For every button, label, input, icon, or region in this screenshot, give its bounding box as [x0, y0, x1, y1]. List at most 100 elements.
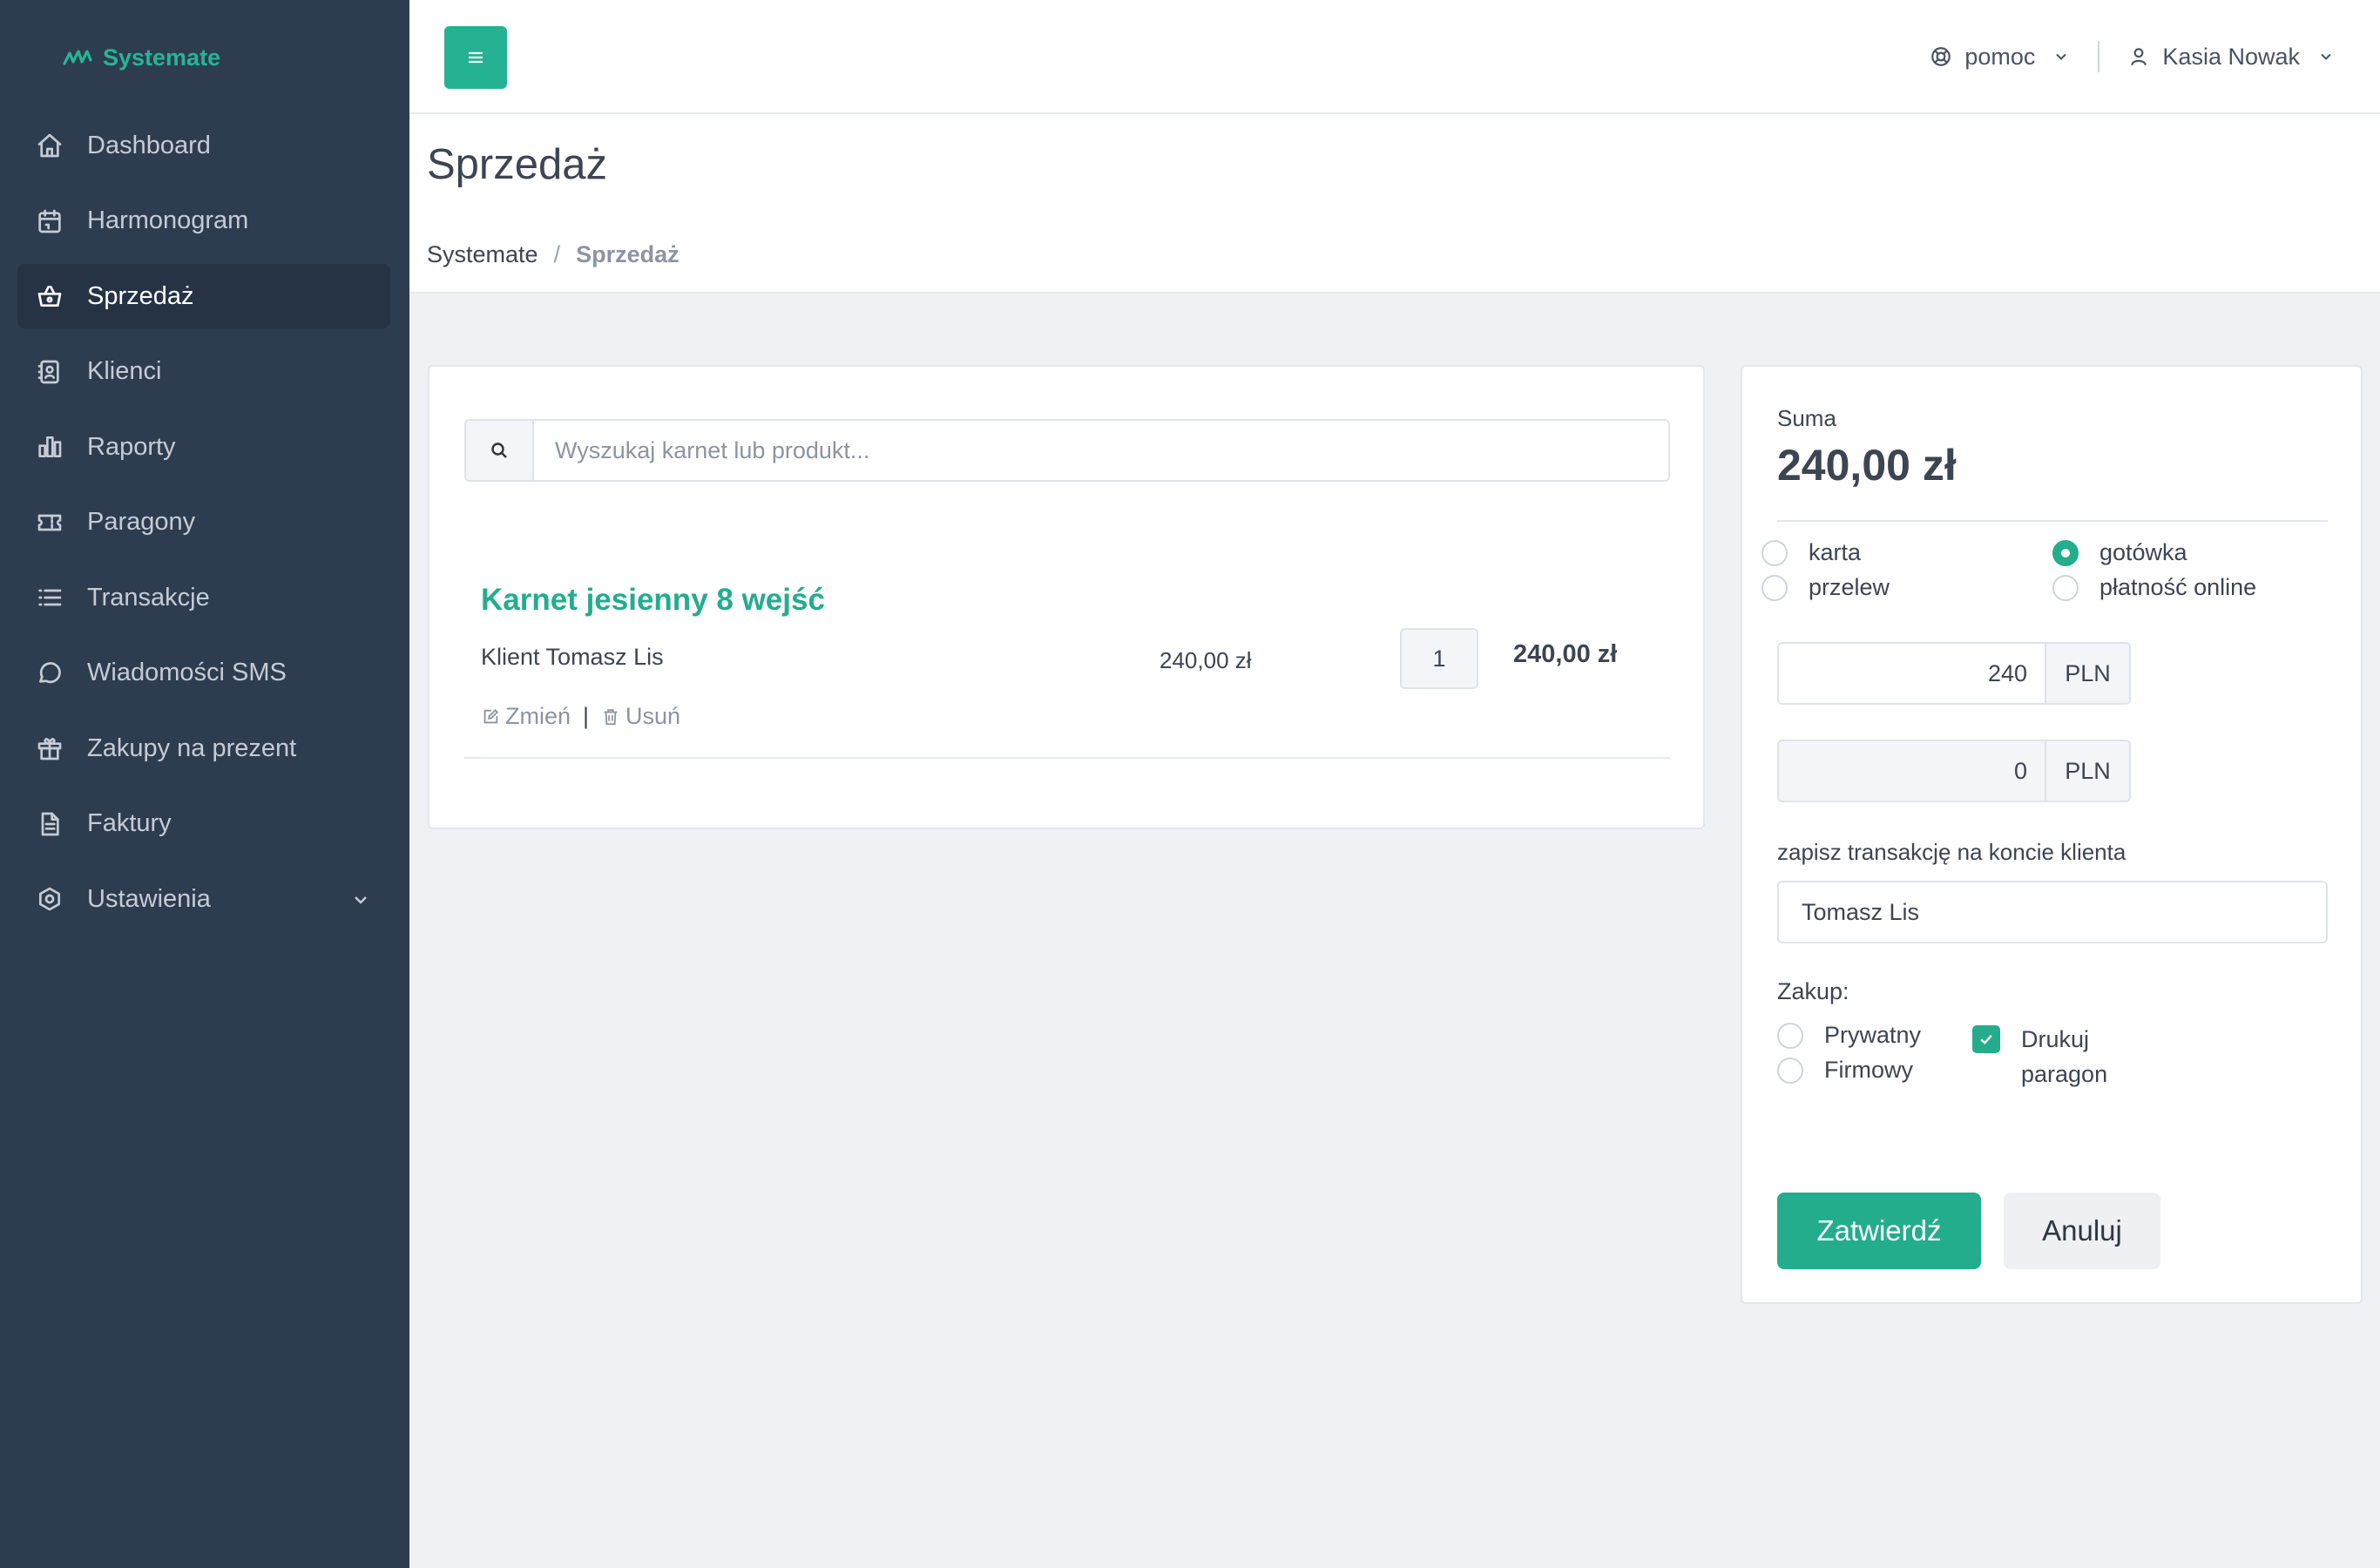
breadcrumb-home[interactable]: Systemate	[427, 241, 538, 268]
sidebar-item-label: Raporty	[87, 432, 176, 461]
menu-toggle-button[interactable]	[444, 26, 507, 89]
logo-wave-icon	[63, 50, 92, 65]
payment-label: gotówka	[2099, 539, 2187, 565]
purchase-option-firmowy[interactable]: Firmowy	[1777, 1057, 1913, 1084]
cart-item-client: Klient Tomasz Lis	[481, 644, 664, 670]
cart-row-divider	[464, 757, 1670, 759]
settings-icon	[35, 884, 64, 914]
checkbox-checked[interactable]	[1972, 1025, 2000, 1053]
home-icon	[35, 131, 64, 160]
cart-item-unit-price: 240,00 zł	[1160, 647, 1252, 673]
cart-item-total: 240,00 zł	[1513, 640, 1618, 668]
contacts-icon	[35, 357, 64, 387]
sum-label: Suma	[1777, 405, 1836, 431]
currency-label: PLN	[2045, 741, 2129, 801]
sidebar-item-label: Wiadomości SMS	[87, 659, 287, 686]
user-menu[interactable]: Kasia Nowak	[2127, 44, 2335, 71]
sidebar-item-harmonogram[interactable]: Harmonogram	[17, 189, 390, 253]
sidebar-item-paragony[interactable]: Paragony	[17, 490, 390, 555]
account-label: zapisz transakcję na koncie klienta	[1777, 839, 2126, 865]
sidebar-item-label: Klienci	[87, 357, 162, 385]
gift-icon	[35, 733, 64, 763]
radio-karta[interactable]	[1761, 539, 1788, 566]
calendar-icon	[35, 206, 64, 236]
sidebar-item-label: Paragony	[87, 508, 196, 536]
payment-option-przelew[interactable]: przelew	[1761, 574, 1890, 601]
sidebar-item-label: Transakcje	[87, 583, 210, 612]
currency-label: PLN	[2045, 644, 2129, 703]
chat-icon	[35, 659, 64, 688]
user-name: Kasia Nowak	[2162, 43, 2300, 70]
purchase-type-label: Firmowy	[1824, 1057, 1913, 1083]
radio-platnosc-online[interactable]	[2052, 574, 2079, 601]
sidebar-item-label: Faktury	[87, 809, 172, 837]
topbar-right: pomoc Kasia Nowak	[1930, 35, 2335, 78]
radio-gotowka[interactable]	[2052, 539, 2079, 566]
client-account-input[interactable]	[1777, 881, 2328, 943]
sidebar-item-label: Sprzedaż	[87, 281, 194, 310]
chevron-down-icon	[350, 889, 371, 909]
sidebar-item-sprzedaz[interactable]: Sprzedaż	[17, 264, 390, 328]
help-menu[interactable]: pomoc	[1930, 44, 2070, 71]
payment-option-karta[interactable]: karta	[1761, 539, 1861, 566]
sidebar-item-label: Ustawienia	[87, 884, 211, 913]
payment-option-gotowka[interactable]: gotówka	[2052, 539, 2187, 566]
action-separator: |	[583, 703, 590, 729]
paid-amount-input[interactable]	[1779, 644, 2045, 703]
delete-label: Usuń	[625, 703, 681, 729]
change-amount-input	[1779, 741, 2045, 801]
product-search	[464, 419, 1670, 482]
list-icon	[35, 583, 64, 612]
hamburger-icon	[469, 51, 483, 64]
edit-icon	[483, 708, 499, 723]
breadcrumb-separator: /	[553, 241, 561, 267]
summary-panel: Suma 240,00 zł karta gotówka przelew pła…	[1741, 365, 2363, 1304]
user-icon	[2131, 48, 2147, 66]
purchase-label: Zakup:	[1777, 978, 1849, 1004]
sidebar-item-dashboard[interactable]: Dashboard	[17, 113, 390, 178]
trash-icon	[604, 708, 618, 725]
sum-amount: 240,00 zł	[1777, 441, 1957, 490]
purchase-type-label: Prywatny	[1824, 1022, 1922, 1048]
basket-icon	[35, 281, 64, 311]
sidebar-item-raporty[interactable]: Raporty	[17, 415, 390, 479]
brand-logo[interactable]: Systemate	[63, 42, 220, 73]
confirm-button[interactable]: Zatwierdź	[1777, 1193, 1981, 1269]
chevron-down-icon	[2321, 53, 2331, 60]
sidebar-item-zakupy-na-prezent[interactable]: Zakupy na prezent	[17, 716, 390, 781]
search-input[interactable]	[534, 421, 1668, 480]
radio-prywatny[interactable]	[1777, 1022, 1803, 1049]
paid-amount-group: PLN	[1777, 642, 2131, 705]
edit-item-button[interactable]: Zmień	[481, 703, 571, 730]
topbar-divider	[2098, 41, 2100, 72]
sidebar-item-ustawienia[interactable]: Ustawienia	[17, 867, 390, 931]
edit-label: Zmień	[505, 703, 571, 729]
print-receipt-label: Drukuj paragon	[2021, 1026, 2108, 1087]
print-receipt-checkbox[interactable]: Drukuj paragon	[1972, 1022, 2126, 1092]
radio-firmowy[interactable]	[1777, 1057, 1803, 1084]
delete-item-button[interactable]: Usuń	[601, 703, 680, 730]
lifebuoy-icon	[1931, 47, 1951, 66]
sidebar-item-faktury[interactable]: Faktury	[17, 792, 390, 856]
sidebar-item-wiadomosci-sms[interactable]: Wiadomości SMS	[17, 641, 390, 706]
payment-label: płatność online	[2099, 574, 2257, 600]
ticket-icon	[35, 508, 64, 537]
breadcrumb-current: Sprzedaż	[576, 241, 680, 267]
check-icon	[1980, 1034, 1992, 1044]
sidebar: Systemate Dashboard Harmonogram Sprzedaż…	[0, 0, 409, 1568]
page-title: Sprzedaż	[427, 141, 608, 188]
sidebar-nav: Dashboard Harmonogram Sprzedaż Klienci R…	[17, 113, 390, 943]
cancel-button[interactable]: Anuluj	[2004, 1193, 2160, 1269]
payment-option-platnosc-online[interactable]: płatność online	[2052, 574, 2256, 601]
help-label: pomoc	[1964, 43, 2036, 70]
page-header: Sprzedaż Systemate / Sprzedaż	[409, 114, 2380, 294]
breadcrumb: Systemate / Sprzedaż	[427, 241, 680, 268]
quantity-input[interactable]	[1400, 628, 1478, 689]
radio-przelew[interactable]	[1761, 574, 1788, 601]
payment-label: karta	[1809, 539, 1862, 565]
purchase-option-prywatny[interactable]: Prywatny	[1777, 1022, 1921, 1049]
payment-label: przelew	[1809, 574, 1890, 600]
sidebar-item-klienci[interactable]: Klienci	[17, 340, 390, 404]
sidebar-item-transakcje[interactable]: Transakcje	[17, 565, 390, 630]
cart-panel: Karnet jesienny 8 wejść Klient Tomasz Li…	[428, 365, 1705, 829]
